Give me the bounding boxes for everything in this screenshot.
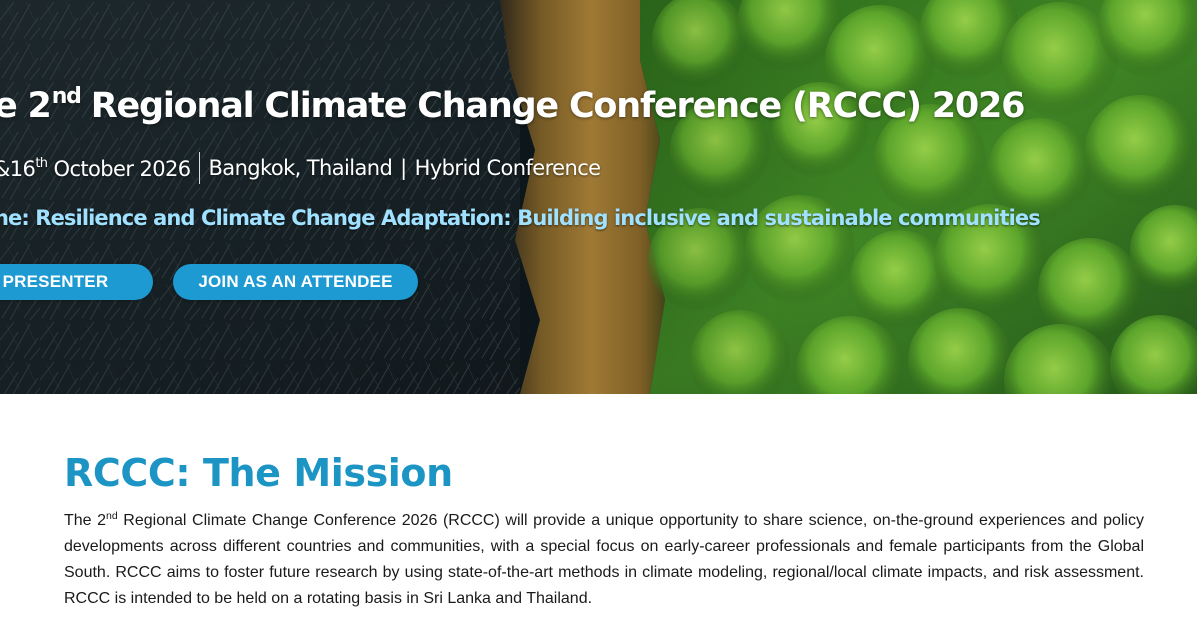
mission-text-start: The 2: [64, 512, 107, 529]
details-separator: |: [400, 156, 407, 180]
hero-content: e 2nd Regional Climate Change Conference …: [0, 0, 1197, 394]
title-main: Regional Climate Change Conference (RCCC…: [90, 86, 1026, 126]
mission-title: RCCC: The Mission: [64, 451, 453, 495]
hero-banner: e 2nd Regional Climate Change Conference …: [0, 0, 1197, 394]
conference-title: e 2nd Regional Climate Change Conference …: [0, 84, 1026, 126]
attendee-button[interactable]: JOIN AS AN ATTENDEE: [173, 264, 418, 300]
conference-theme: ne: Resilience and Climate Change Adapta…: [0, 206, 1041, 230]
conference-location: Bangkok, Thailand: [208, 156, 393, 180]
details-divider: [198, 152, 200, 184]
mission-ordinal: nd: [106, 510, 118, 522]
title-prefix: e 2: [0, 86, 52, 126]
title-ordinal: nd: [51, 84, 82, 109]
dates-month: October 2026: [47, 156, 192, 181]
conference-details: &16th October 2026 Bangkok, Thailand | H…: [0, 152, 601, 184]
conference-format: Hybrid Conference: [414, 156, 601, 180]
dates-prefix: &16: [0, 156, 36, 181]
dates-ordinal: th: [35, 155, 48, 171]
mission-text-rest: Regional Climate Change Conference 2026 …: [64, 512, 1144, 607]
mission-section: RCCC: The Mission The 2nd Regional Clima…: [64, 448, 1144, 612]
presenter-button[interactable]: E A PRESENTER: [0, 264, 153, 300]
conference-dates: &16th October 2026: [0, 156, 191, 181]
mission-description: The 2nd Regional Climate Change Conferen…: [64, 508, 1144, 612]
